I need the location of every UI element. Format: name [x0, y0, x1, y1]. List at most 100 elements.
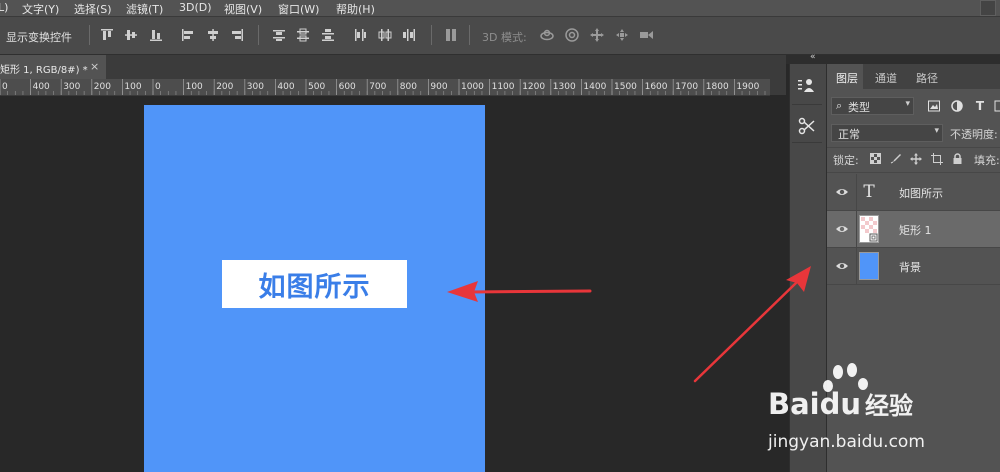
strip-divider — [792, 142, 822, 143]
layer-name: 如图所示 — [899, 187, 943, 200]
chevron-down-icon: ▾ — [905, 99, 910, 109]
show-transform-controls-checkbox-label[interactable]: 显示变换控件 — [6, 29, 72, 45]
ruler-label: 900 — [430, 82, 447, 92]
align-vcenter-icon[interactable] — [123, 27, 139, 43]
layer-name: 背景 — [899, 261, 921, 274]
menu-item-select[interactable]: 选择(S) — [74, 1, 112, 17]
tool-presets-icon[interactable] — [794, 114, 820, 138]
ruler-label: 1600 — [645, 82, 668, 92]
window-control-icon[interactable] — [980, 0, 996, 16]
layer-filter-value: 类型 — [848, 101, 870, 114]
pixel-filter-icon[interactable] — [927, 99, 941, 113]
distribute-top-icon[interactable] — [271, 27, 287, 43]
align-left-icon[interactable] — [180, 27, 196, 43]
distribute-vcenter-icon[interactable] — [295, 27, 311, 43]
close-tab-icon[interactable]: × — [90, 60, 99, 73]
tab-layers-label: 图层 — [836, 72, 858, 85]
chevron-down-icon: ▾ — [934, 126, 939, 136]
distribute-bottom-icon[interactable] — [320, 27, 336, 43]
lock-transparent-icon[interactable] — [869, 152, 882, 165]
paragraph-style-icon[interactable] — [794, 74, 820, 98]
fill-label: 填充: — [974, 154, 1000, 167]
shape-layer-thumbnail — [859, 215, 879, 243]
eye-icon[interactable] — [835, 222, 849, 236]
watermark-url: jingyan.baidu.com — [768, 432, 925, 452]
auto-align-icon[interactable] — [443, 27, 459, 43]
layer-name: 矩形 1 — [899, 224, 932, 237]
align-bottom-icon[interactable] — [148, 27, 164, 43]
watermark-brand-cn: 经验 — [865, 392, 914, 420]
ruler-label: 100 — [124, 82, 141, 92]
layer-divider — [856, 211, 857, 247]
blend-mode-dropdown[interactable]: 正常 ▾ — [831, 124, 943, 142]
eye-icon[interactable] — [835, 259, 849, 273]
ruler-label: 1500 — [614, 82, 637, 92]
toolbar-divider — [89, 25, 90, 45]
ruler-label: 1900 — [736, 82, 759, 92]
slide-3d-icon[interactable] — [614, 27, 630, 43]
distribute-hcenter-icon[interactable] — [377, 27, 393, 43]
ruler-label: 600 — [339, 82, 356, 92]
layer-row[interactable]: T 如图所示 — [827, 174, 1000, 211]
distribute-left-icon[interactable] — [352, 27, 368, 43]
horizontal-ruler: 0 400 300 200 100 0 100 200 300 400 500 600 700 800 90… — [0, 79, 770, 96]
background-layer-thumbnail — [859, 252, 879, 280]
ruler-label: 1800 — [706, 82, 729, 92]
scale-3d-icon[interactable] — [638, 27, 654, 43]
type-filter-icon[interactable]: T — [973, 99, 987, 113]
tab-paths[interactable]: 路径 — [916, 70, 938, 86]
menu-item-layer[interactable]: L) — [0, 1, 8, 14]
eye-icon[interactable] — [835, 185, 849, 199]
ruler-label: 200 — [216, 82, 233, 92]
tab-layers[interactable]: 图层 — [827, 64, 863, 89]
lock-move-icon[interactable] — [909, 152, 922, 165]
distribute-right-icon[interactable] — [401, 27, 417, 43]
align-hcenter-icon[interactable] — [205, 27, 221, 43]
menu-item-window[interactable]: 窗口(W) — [278, 1, 319, 17]
ruler-label: 1700 — [675, 82, 698, 92]
ruler-label: 100 — [186, 82, 203, 92]
document-tab[interactable]: 矩形 1, RGB/8#) * × — [0, 55, 106, 79]
ruler-label: 500 — [308, 82, 325, 92]
menu-bar: L) 文字(Y) 选择(S) 滤镜(T) 3D(D) 视图(V) 窗口(W) 帮… — [0, 0, 1000, 17]
opacity-label: 不透明度: — [950, 128, 998, 141]
menu-item-filter[interactable]: 滤镜(T) — [126, 1, 163, 17]
panel-collapse-bar[interactable] — [786, 55, 1000, 64]
lock-artboard-icon[interactable] — [930, 152, 943, 165]
shape-filter-icon[interactable] — [991, 99, 1000, 113]
watermark-brand-text: Bai — [768, 387, 820, 421]
toolbar-divider — [431, 25, 432, 45]
tab-channels[interactable]: 通道 — [875, 70, 897, 86]
canvas-text: 如图所示 — [258, 271, 371, 303]
ruler-label: 700 — [369, 82, 386, 92]
align-right-icon[interactable] — [229, 27, 245, 43]
collapse-panels-icon[interactable]: « — [810, 52, 816, 62]
align-top-icon[interactable] — [99, 27, 115, 43]
3d-mode-label: 3D 模式: — [482, 31, 527, 44]
ruler-label: 400 — [277, 82, 294, 92]
menu-item-view[interactable]: 视图(V) — [224, 1, 262, 17]
adjustment-filter-icon[interactable] — [950, 99, 964, 113]
options-bar: 显示变换控件 3D 模式: — [0, 17, 1000, 55]
ruler-label: 400 — [33, 82, 50, 92]
toolbar-divider — [258, 25, 259, 45]
menu-item-type[interactable]: 文字(Y) — [22, 1, 59, 17]
menu-item-3d[interactable]: 3D(D) — [179, 1, 212, 14]
watermark-brand: Baidu 经验 — [768, 386, 913, 421]
ruler-label: 800 — [400, 82, 417, 92]
layer-row[interactable]: 背景 — [827, 248, 1000, 285]
panel-divider — [827, 172, 1000, 173]
pan-3d-icon[interactable] — [589, 27, 605, 43]
roll-3d-icon[interactable] — [564, 27, 580, 43]
text-layer-box[interactable]: 如图所示 — [222, 260, 407, 308]
lock-paint-icon[interactable] — [889, 152, 902, 165]
lock-all-icon[interactable] — [951, 152, 964, 165]
menu-item-help[interactable]: 帮助(H) — [336, 1, 375, 17]
document-tab-bar: 矩形 1, RGB/8#) * × — [0, 55, 786, 79]
ruler-label: 1000 — [461, 82, 484, 92]
layer-filter-dropdown[interactable]: ⌕ 类型 ▾ — [831, 97, 914, 115]
panel-tab-bar: 图层 通道 路径 — [827, 64, 1000, 89]
orbit-3d-icon[interactable] — [539, 27, 555, 43]
blend-mode-value: 正常 — [838, 128, 860, 141]
layer-row[interactable]: 矩形 1 — [827, 211, 1000, 248]
